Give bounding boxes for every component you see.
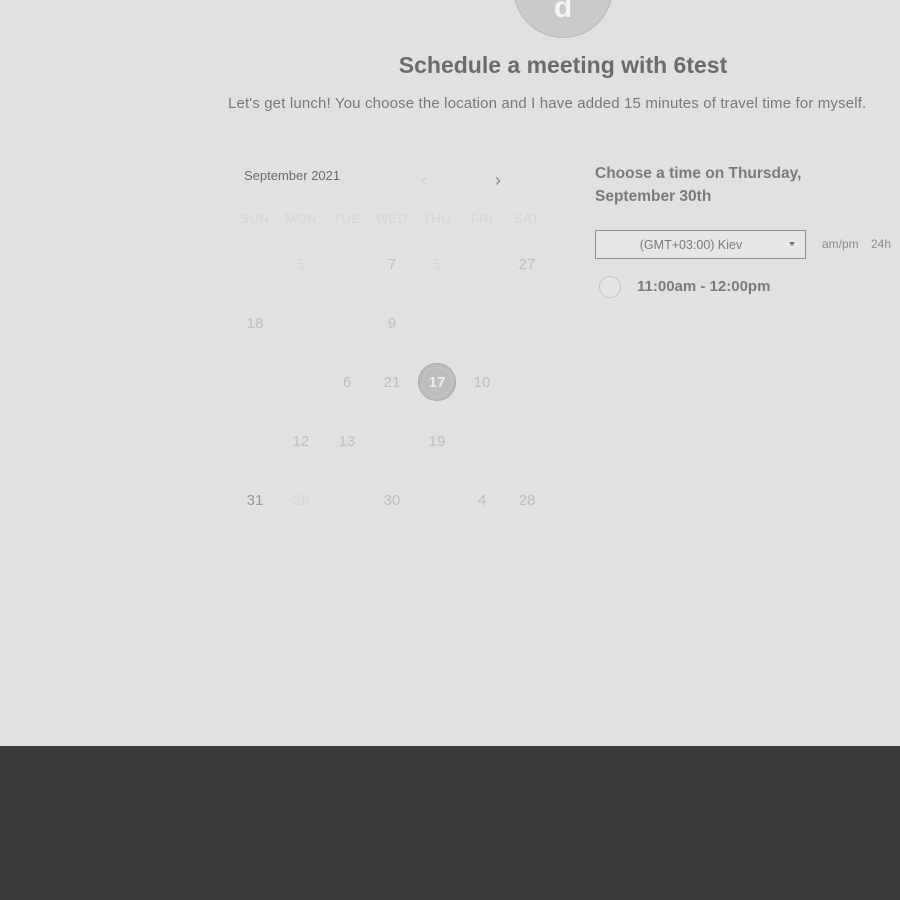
calendar-day-selected[interactable]: 17 — [418, 363, 456, 401]
weekday-label: THU — [422, 211, 452, 226]
format-ampm-toggle[interactable]: am/pm — [822, 237, 859, 251]
timezone-value: (GMT+03:00) Kiev — [639, 237, 743, 252]
time-picker-heading: Choose a time on Thursday, September 30t… — [595, 165, 802, 205]
calendar-day[interactable]: 9 — [372, 303, 412, 343]
calendar-day[interactable]: 18 — [235, 303, 275, 343]
time-slot-radio[interactable] — [599, 276, 621, 298]
weekday-label: WED — [375, 211, 409, 226]
timezone-select[interactable]: (GMT+03:00) Kiev — [595, 230, 806, 259]
calendar-day[interactable]: 21 — [372, 362, 412, 402]
time-slot-label[interactable]: 11:00am - 12:00pm — [637, 278, 770, 295]
page-title: Schedule a meeting with 6test — [398, 52, 728, 78]
calendar-day[interactable]: 4 — [462, 480, 502, 520]
calendar-day[interactable]: 28 — [507, 480, 547, 520]
calendar-day[interactable]: 5 — [281, 244, 321, 284]
calendar-day[interactable]: 5 — [417, 244, 457, 284]
calendar-day[interactable]: 31 — [235, 480, 275, 520]
weekday-label: MON — [284, 211, 318, 226]
calendar-day[interactable]: 19 — [417, 421, 457, 461]
calendar-day[interactable]: 13 — [327, 421, 367, 461]
weekday-label: SUN — [240, 211, 270, 226]
calendar-day[interactable]: 7 — [372, 244, 412, 284]
caret-down-icon — [789, 242, 795, 246]
calendar-day[interactable]: 28 — [281, 480, 321, 520]
footer-band — [0, 746, 900, 900]
calendar-day[interactable]: 12 — [281, 421, 321, 461]
weekday-label: FRI — [470, 211, 494, 226]
calendar-day[interactable]: 6 — [327, 362, 367, 402]
format-24h-toggle[interactable]: 24h — [871, 237, 891, 251]
calendar-day[interactable]: 27 — [507, 244, 547, 284]
calendar-day[interactable]: 30 — [372, 480, 412, 520]
host-avatar-initial: d — [553, 0, 573, 24]
weekday-label: TUE — [333, 211, 361, 226]
calendar-month-label: September 2021 — [244, 168, 341, 183]
calendar-day[interactable]: 10 — [462, 362, 502, 402]
host-avatar: d — [513, 0, 613, 38]
meeting-description: Let's get lunch! You choose the location… — [228, 95, 867, 112]
weekday-label: SAT — [513, 211, 541, 226]
prev-month-chevron-icon[interactable]: ‹ — [421, 171, 427, 189]
next-month-chevron-icon[interactable]: › — [495, 171, 501, 189]
